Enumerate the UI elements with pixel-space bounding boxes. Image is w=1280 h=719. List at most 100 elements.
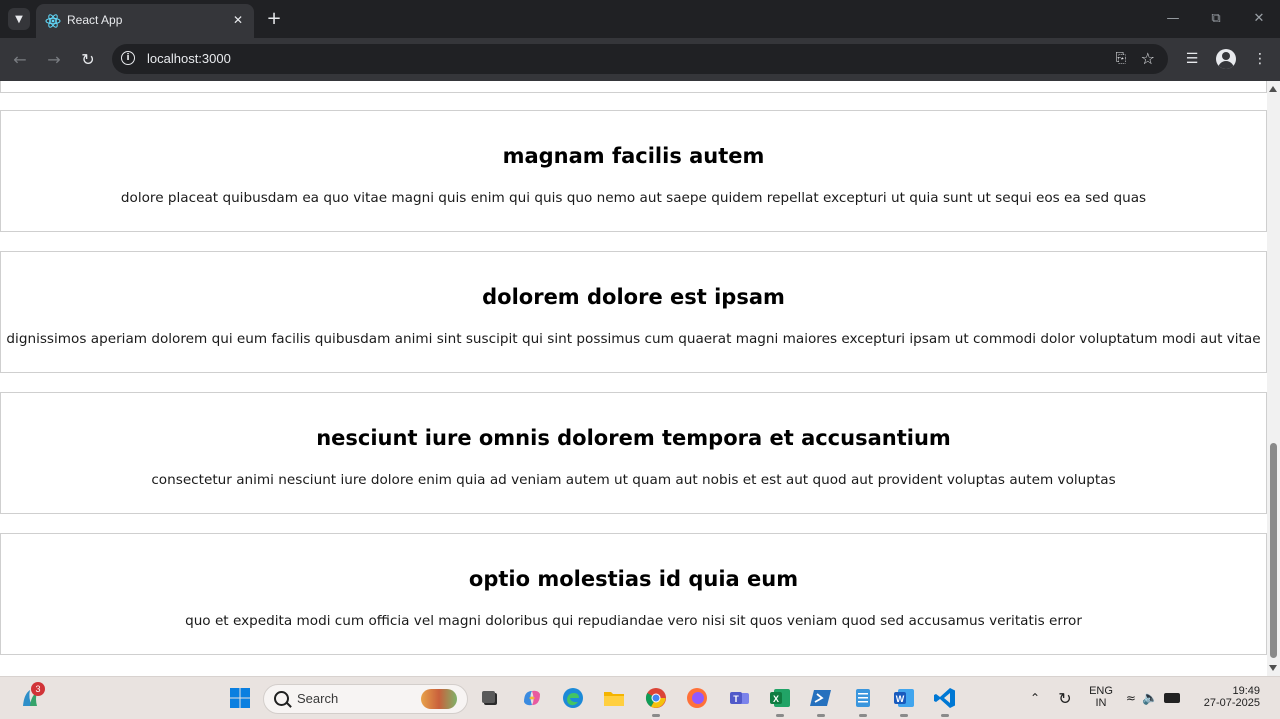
post-body: quo et expedita modi cum officia vel mag… — [185, 613, 1082, 629]
post-body: dolore placeat quibusdam ea quo vitae ma… — [120, 190, 1147, 206]
quick-settings-button[interactable]: ≈ 🔈 — [1124, 685, 1182, 711]
search-placeholder: Search — [297, 691, 339, 706]
media-controls-icon[interactable]: ☰ — [1181, 48, 1203, 70]
language-code: ENG — [1089, 685, 1113, 697]
powershell-button[interactable] — [808, 685, 834, 717]
tab-search-button[interactable]: ▼ — [8, 8, 30, 30]
search-highlight-art — [421, 689, 457, 709]
running-indicator — [859, 714, 867, 717]
running-indicator — [776, 714, 784, 717]
svg-text:W: W — [896, 694, 905, 704]
url-text[interactable]: localhost:3000 — [147, 51, 231, 66]
install-app-icon[interactable]: ⎘ — [1116, 51, 1126, 66]
back-button[interactable]: ← — [9, 48, 31, 70]
forward-button[interactable]: → — [43, 48, 65, 70]
edge-button[interactable] — [560, 685, 586, 711]
chrome-icon — [645, 688, 666, 708]
scroll-up-arrow-icon[interactable] — [1269, 86, 1277, 92]
show-hidden-icons-button[interactable]: ⌃ — [1022, 685, 1048, 711]
profile-icon[interactable] — [1216, 49, 1236, 69]
chevron-up-icon: ⌃ — [1029, 691, 1041, 705]
svg-text:X: X — [773, 694, 779, 704]
word-icon: W — [894, 689, 914, 707]
info-icon[interactable]: i — [121, 51, 135, 65]
windows-icon — [230, 688, 250, 708]
battery-icon — [1164, 693, 1181, 703]
vscode-icon — [934, 688, 955, 708]
copilot-icon — [524, 690, 540, 706]
volume-icon: 🔈 — [1141, 690, 1159, 706]
firefox-button[interactable] — [684, 685, 710, 711]
react-icon — [45, 13, 61, 29]
running-indicator — [941, 714, 949, 717]
kebab-menu-icon[interactable]: ⋮ — [1249, 48, 1271, 70]
powershell-icon — [810, 690, 831, 706]
restore-button[interactable]: ⧉ — [1203, 8, 1229, 28]
vscode-button[interactable] — [932, 685, 958, 717]
running-indicator — [900, 714, 908, 717]
chrome-button[interactable] — [643, 685, 669, 717]
post-card: optio molestias id quia eum quo et exped… — [0, 533, 1267, 655]
scroll-down-arrow-icon[interactable] — [1269, 665, 1277, 671]
page-viewport: magnam facilis autem dolore placeat quib… — [0, 81, 1267, 676]
forward-arrow-icon: → — [47, 49, 61, 69]
post-title: dolorem dolore est ipsam — [482, 285, 785, 309]
back-arrow-icon: ← — [13, 49, 27, 69]
taskbar: 3 Search T X W ⌃ ↻ ENG IN ≈ 🔈 19:49 27-0… — [0, 676, 1280, 719]
start-button[interactable] — [227, 685, 253, 711]
post-title: magnam facilis autem — [502, 144, 765, 168]
restore-icon: ⧉ — [1211, 10, 1221, 26]
excel-button[interactable]: X — [767, 685, 793, 717]
teams-button[interactable]: T — [726, 685, 752, 711]
sync-button[interactable]: ↻ — [1052, 685, 1078, 711]
taskbar-search[interactable]: Search — [263, 684, 468, 714]
chevron-down-icon: ▼ — [15, 13, 23, 25]
notepad-icon — [856, 689, 870, 707]
new-tab-button[interactable]: + — [264, 7, 284, 29]
file-explorer-button[interactable] — [601, 685, 627, 711]
svg-text:T: T — [733, 694, 739, 704]
reload-button[interactable]: ↻ — [77, 48, 99, 70]
tab-strip: ▼ React App ✕ + — ⧉ ✕ — [0, 0, 1280, 38]
widgets-button[interactable]: 3 — [17, 682, 45, 711]
address-bar[interactable]: i localhost:3000 ⎘ ☆ — [112, 44, 1168, 74]
close-window-button[interactable]: ✕ — [1246, 8, 1272, 28]
post-body: dignissimos aperiam dolorem qui eum faci… — [6, 331, 1261, 347]
minimize-button[interactable]: — — [1160, 8, 1186, 28]
folder-icon — [604, 692, 624, 706]
post-title: optio molestias id quia eum — [468, 567, 799, 591]
post-card: dolorem dolore est ipsam dignissimos ape… — [0, 251, 1267, 373]
post-title: nesciunt iure omnis dolorem tempora et a… — [316, 426, 951, 450]
teams-icon: T — [730, 692, 749, 704]
running-indicator — [652, 714, 660, 717]
page-scrollbar[interactable] — [1267, 81, 1280, 676]
wifi-icon: ≈ — [1125, 691, 1136, 705]
word-button[interactable]: W — [891, 685, 917, 717]
minimize-icon: — — [1166, 10, 1180, 26]
scrollbar-thumb[interactable] — [1270, 443, 1277, 658]
post-card: magnam facilis autem dolore placeat quib… — [0, 110, 1267, 232]
copilot-button[interactable] — [519, 685, 545, 711]
running-indicator — [817, 714, 825, 717]
task-view-button[interactable] — [477, 685, 503, 711]
clock-time: 19:49 — [1232, 685, 1260, 697]
post-body: consectetur animi nesciunt iure dolore e… — [151, 472, 1116, 488]
close-icon[interactable]: ✕ — [230, 12, 246, 28]
task-view-icon — [482, 691, 497, 705]
sync-icon: ↻ — [1058, 688, 1072, 708]
star-icon[interactable]: ☆ — [1141, 49, 1155, 68]
plus-icon: + — [266, 7, 282, 29]
browser-toolbar: ← → ↻ i localhost:3000 ⎘ ☆ ☰ ⋮ — [0, 38, 1280, 81]
clock[interactable]: 19:49 27-07-2025 — [1198, 685, 1276, 709]
tab-react-app[interactable]: React App ✕ — [36, 4, 254, 38]
post-card-partial — [0, 81, 1267, 93]
edge-icon — [563, 688, 583, 708]
firefox-icon — [687, 688, 707, 708]
close-window-icon: ✕ — [1253, 10, 1265, 26]
notepad-button[interactable] — [850, 685, 876, 717]
input-language[interactable]: ENG IN — [1084, 685, 1118, 709]
clock-date: 27-07-2025 — [1203, 697, 1260, 709]
reload-icon: ↻ — [81, 49, 95, 69]
excel-icon: X — [770, 689, 790, 707]
search-icon — [274, 691, 289, 706]
